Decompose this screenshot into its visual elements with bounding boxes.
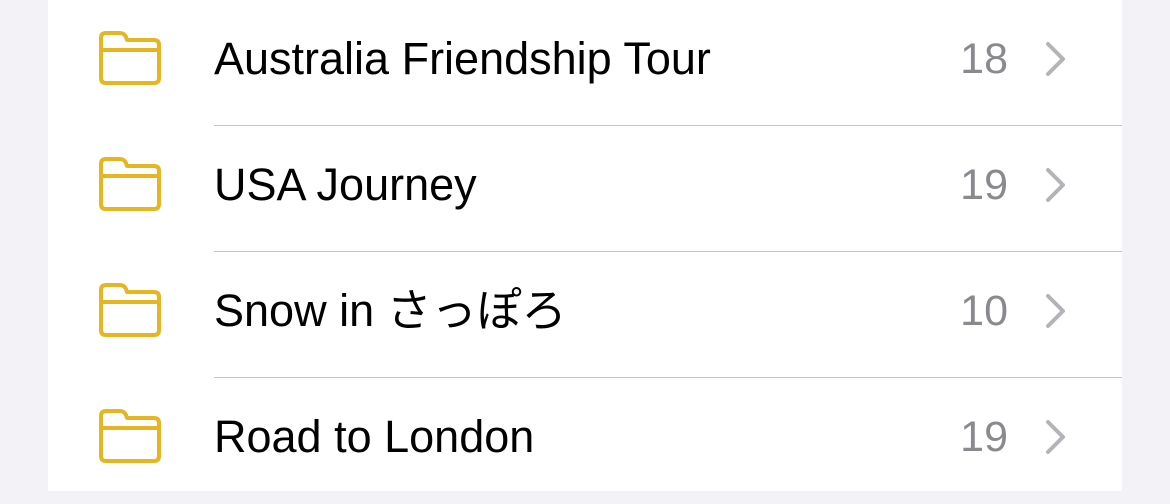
chevron-right-icon: [1044, 167, 1068, 203]
chevron-right-icon: [1044, 293, 1068, 329]
folder-row-australia-friendship-tour[interactable]: Australia Friendship Tour 18: [48, 0, 1122, 126]
chevron-right-icon: [1044, 419, 1068, 455]
note-count: 18: [960, 35, 1008, 83]
folder-name: Snow in さっぽろ: [214, 285, 567, 336]
folder-name: Road to London: [214, 411, 535, 462]
note-count: 19: [960, 413, 1008, 461]
folder-icon: [96, 156, 164, 212]
chevron-right-icon: [1044, 41, 1068, 77]
folder-row-snow-in-sapporo[interactable]: Snow in さっぽろ 10: [48, 252, 1122, 378]
folder-name: USA Journey: [214, 159, 477, 210]
note-count: 10: [960, 287, 1008, 335]
folder-icon: [96, 282, 164, 338]
folder-row-road-to-london[interactable]: Road to London 19: [48, 378, 1122, 504]
folder-name: Australia Friendship Tour: [214, 33, 711, 84]
note-count: 19: [960, 161, 1008, 209]
folder-icon: [96, 30, 164, 86]
folder-row-usa-journey[interactable]: USA Journey 19: [48, 126, 1122, 252]
folder-list: Australia Friendship Tour 18 USA Journey…: [48, 0, 1122, 491]
folder-icon: [96, 408, 164, 464]
